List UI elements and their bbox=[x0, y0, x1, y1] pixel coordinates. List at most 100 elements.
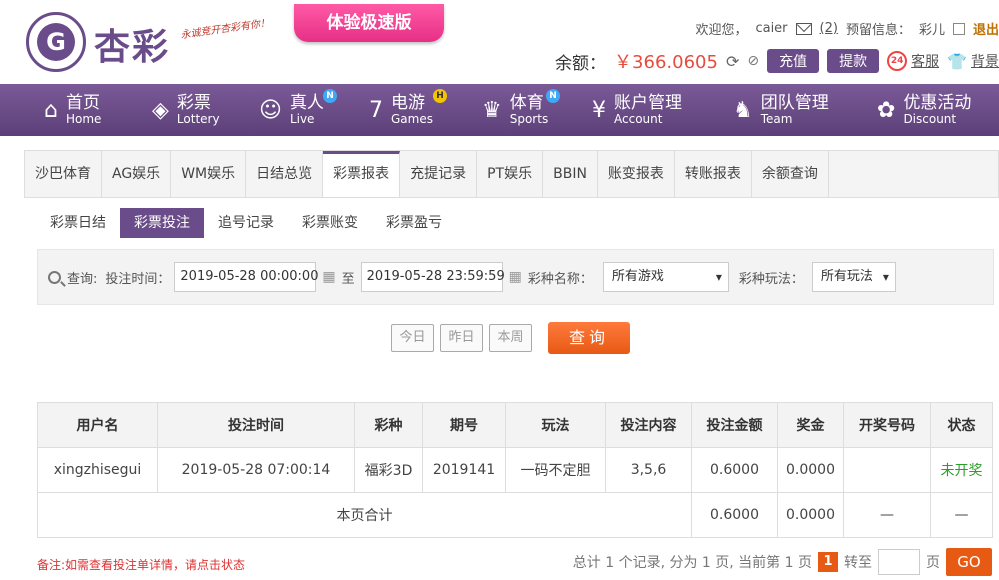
nav-label: 真人 Live bbox=[290, 94, 324, 126]
report-tab[interactable]: 转账报表 bbox=[675, 151, 752, 197]
column-header: 用户名 bbox=[37, 402, 158, 448]
logo[interactable]: G bbox=[26, 12, 86, 72]
headset-icon: 24 bbox=[887, 51, 908, 71]
balance-value: ￥366.0605 bbox=[614, 52, 718, 73]
to-label: 至 bbox=[341, 271, 355, 287]
lottery-subtab[interactable]: 彩票日结 bbox=[36, 208, 120, 238]
nav-label: 首页 Home bbox=[66, 94, 101, 126]
username: caier bbox=[755, 21, 788, 36]
today-button[interactable]: 今日 bbox=[391, 324, 434, 352]
column-header: 玩法 bbox=[505, 402, 606, 448]
report-tab[interactable]: WM娱乐 bbox=[171, 151, 247, 197]
withdraw-button[interactable]: 提款 bbox=[827, 49, 880, 73]
report-tab[interactable]: 沙巴体育 bbox=[25, 151, 102, 197]
status-link[interactable]: 未开奖 bbox=[930, 447, 993, 493]
nav-item-team[interactable]: ♞ 团队管理 Team bbox=[733, 84, 829, 136]
table-cell: 0.0000 bbox=[777, 447, 844, 493]
lottery-subtab[interactable]: 彩票账变 bbox=[288, 208, 372, 238]
nav-item-sports[interactable]: ♛ 体育 Sports N bbox=[482, 84, 560, 136]
nav-label-cn: 体育 bbox=[509, 93, 544, 114]
query-bar: 查询: 投注时间： 2019-05-28 00:00:00 ▦ 至 2019-0… bbox=[37, 249, 994, 305]
yesterday-button[interactable]: 昨日 bbox=[440, 324, 483, 352]
column-header: 期号 bbox=[422, 402, 506, 448]
game-select[interactable]: 所有游戏 bbox=[602, 262, 729, 292]
search-button[interactable]: 查询 bbox=[548, 322, 630, 354]
calendar-icon[interactable]: ▦ bbox=[509, 269, 522, 285]
mail-icon[interactable] bbox=[795, 22, 812, 35]
report-tab[interactable]: 充提记录 bbox=[400, 151, 478, 197]
nav-item-lottery[interactable]: ◈ 彩票 Lottery bbox=[152, 84, 220, 136]
summary-label: 本页合计 bbox=[37, 492, 692, 538]
nav-item-home[interactable]: ⌂ 首页 Home bbox=[44, 84, 101, 136]
report-tab[interactable]: 账变报表 bbox=[598, 151, 675, 197]
report-panel: 沙巴体育 AG娱乐 WM娱乐 日结总览 彩票报表 充提记录 PT娱乐 BBIN 账变报表 转账报表… bbox=[24, 150, 999, 580]
home-icon: ⌂ bbox=[44, 97, 58, 123]
report-tab[interactable]: AG娱乐 bbox=[102, 151, 172, 197]
bet-table: 用户名 投注时间 彩种 期号 玩法 投注内容 投注金额 奖金 开奖号码 状态 xingzhiseg… bbox=[37, 402, 993, 538]
column-header: 彩种 bbox=[354, 402, 423, 448]
nav-label-en: Lottery bbox=[176, 111, 220, 126]
reserve-value: 彩儿 bbox=[918, 23, 945, 38]
go-button[interactable]: GO bbox=[946, 548, 992, 576]
end-time-input[interactable]: 2019-05-28 23:59:59 bbox=[360, 262, 505, 292]
customer-service-label: 客服 bbox=[911, 54, 940, 70]
report-tab[interactable]: 彩票报表 bbox=[323, 151, 401, 197]
nav-label: 电游 Games bbox=[391, 94, 433, 126]
shirt-icon: 👕 bbox=[947, 51, 967, 71]
nav-label-cn: 彩票 bbox=[176, 93, 211, 114]
nav-label: 团队管理 Team bbox=[761, 94, 829, 126]
pagination-summary: 总计 1 个记录, 分为 1 页, 当前第 1 页 bbox=[572, 555, 812, 571]
footer-note: 备注:如需查看投注单详情，请点击状态 bbox=[37, 558, 246, 572]
table-cell: 3,5,6 bbox=[605, 447, 692, 493]
page-unit: 页 bbox=[926, 555, 940, 571]
report-tab[interactable]: 余额查询 bbox=[752, 151, 829, 197]
speed-version-button[interactable]: 体验极速版 bbox=[294, 4, 444, 42]
lottery-subtab[interactable]: 彩票盈亏 bbox=[372, 208, 456, 238]
play-select[interactable]: 所有玩法 bbox=[811, 262, 896, 292]
column-header: 开奖号码 bbox=[843, 402, 931, 448]
lottery-icon: ◈ bbox=[152, 97, 169, 123]
background-link[interactable]: 👕 背景 bbox=[947, 51, 999, 71]
mail-count-link[interactable]: (2) bbox=[820, 21, 838, 36]
start-time-input[interactable]: 2019-05-28 00:00:00 bbox=[174, 262, 318, 292]
recharge-button[interactable]: 充值 bbox=[767, 49, 820, 73]
refresh-icon[interactable]: ⟳ bbox=[726, 52, 739, 71]
this-week-button[interactable]: 本周 bbox=[489, 324, 532, 352]
site-header: G 杏彩 永诚竞开杏彩有你！ 体验极速版 欢迎您， caier (2) 预留信息… bbox=[0, 0, 999, 84]
lottery-subtab[interactable]: 追号记录 bbox=[204, 208, 288, 238]
table-cell: 2019141 bbox=[422, 447, 506, 493]
nav-item-account[interactable]: ¥ 账户管理 Account bbox=[592, 84, 682, 136]
nav-label-cn: 团队管理 bbox=[760, 93, 829, 114]
page-input[interactable] bbox=[878, 549, 920, 575]
logout-link[interactable]: 退出 bbox=[973, 19, 999, 38]
column-header: 投注金额 bbox=[691, 402, 778, 448]
account-icon: ¥ bbox=[592, 97, 606, 123]
slogan: 永诚竞开杏彩有你！ bbox=[179, 17, 271, 42]
table-row: xingzhisegui 2019-05-28 07:00:14 福彩3D 20191… bbox=[37, 447, 993, 493]
report-tab[interactable]: 日结总览 bbox=[246, 151, 324, 197]
current-page[interactable]: 1 bbox=[818, 552, 838, 572]
nav-label-en: Live bbox=[289, 111, 315, 126]
nav-item-games[interactable]: 7 电游 Games H bbox=[369, 84, 447, 136]
goto-label: 转至 bbox=[844, 555, 872, 571]
nav-item-discount[interactable]: ✿ 优惠活动 Discount bbox=[877, 84, 971, 136]
column-header: 奖金 bbox=[777, 402, 844, 448]
nav-label: 优惠活动 Discount bbox=[903, 94, 971, 126]
calendar-icon[interactable]: ▦ bbox=[322, 269, 335, 285]
reserve-label: 预留信息： bbox=[845, 23, 911, 38]
summary-draw: — bbox=[843, 492, 931, 538]
nav-label-en: Team bbox=[760, 111, 793, 126]
nav-label-en: Discount bbox=[903, 111, 957, 126]
edit-icon[interactable] bbox=[952, 22, 965, 35]
report-tab[interactable]: BBIN bbox=[543, 151, 598, 197]
report-tabs: 沙巴体育 AG娱乐 WM娱乐 日结总览 彩票报表 充提记录 PT娱乐 BBIN 账变报表 转账报表… bbox=[24, 150, 999, 198]
hide-balance-icon[interactable]: ⊘ bbox=[747, 53, 759, 69]
lottery-subtabs: 彩票日结 彩票投注 追号记录 彩票账变 彩票盈亏 bbox=[36, 208, 456, 238]
pagination: 总计 1 个记录, 分为 1 页, 当前第 1 页 1 转至 页 GO bbox=[573, 548, 992, 576]
nav-item-live[interactable]: ☺ 真人 Live N bbox=[259, 84, 337, 136]
customer-service-link[interactable]: 24 客服 bbox=[887, 51, 939, 71]
table-header-row: 用户名 投注时间 彩种 期号 玩法 投注内容 投注金额 奖金 开奖号码 状态 bbox=[37, 402, 993, 448]
report-tab[interactable]: PT娱乐 bbox=[477, 151, 544, 197]
lottery-subtab[interactable]: 彩票投注 bbox=[120, 208, 204, 238]
summary-status: — bbox=[930, 492, 993, 538]
